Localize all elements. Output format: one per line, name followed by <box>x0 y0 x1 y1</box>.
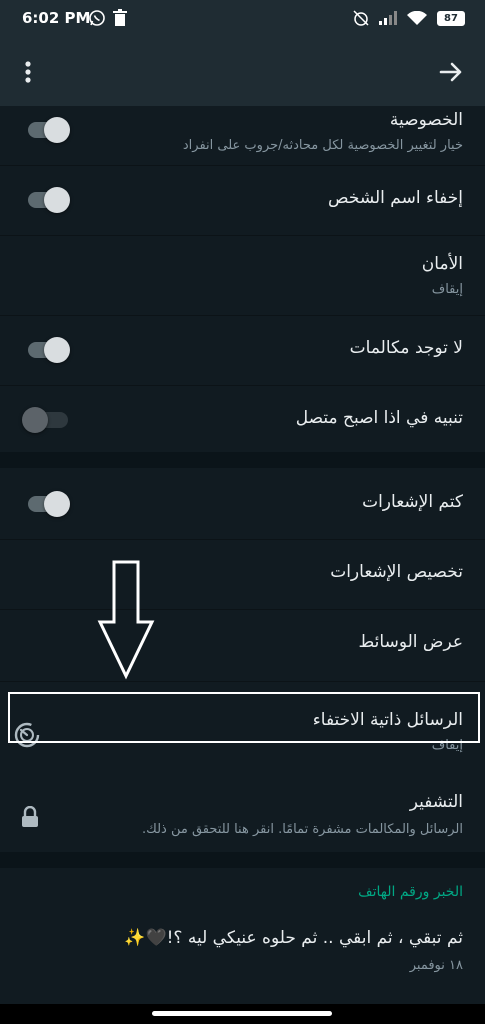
toggle-knob <box>44 187 70 213</box>
about-text[interactable]: ثم تبقي ، ثم ابقي .. ثم حلوه عنيكي ليه ؟… <box>124 928 463 948</box>
app-bar <box>0 38 485 106</box>
status-time: 6:02 PM <box>22 9 91 27</box>
trash-icon <box>113 9 127 26</box>
security-subtitle: إيقاف <box>431 282 463 297</box>
encryption-row[interactable]: التشفير الرسائل والمكالمات مشفرة تمامًا.… <box>0 776 485 852</box>
about-date: ١٨ نوفمبر <box>409 958 463 973</box>
signal-icon <box>379 11 397 25</box>
highlight-annotation-box <box>8 692 480 743</box>
back-button[interactable] <box>437 58 465 86</box>
alarm-off-icon <box>353 10 369 26</box>
online-alert-title: تنبيه في اذا اصبح متصل <box>295 408 463 428</box>
toggle-knob <box>22 407 48 433</box>
security-row[interactable]: الأمان إيقاف <box>0 236 485 316</box>
lock-icon <box>22 806 38 827</box>
arrow-forward-icon <box>439 62 462 82</box>
toggle-knob <box>44 491 70 517</box>
toggle-knob <box>44 117 70 143</box>
online-alert-toggle[interactable] <box>22 407 68 433</box>
status-notification-icons <box>88 9 128 27</box>
hide-name-toggle[interactable] <box>28 187 70 213</box>
security-title: الأمان <box>421 254 463 274</box>
encryption-title: التشفير <box>409 792 463 812</box>
media-visibility-title: عرض الوسائط <box>358 632 463 652</box>
toggle-knob <box>44 337 70 363</box>
privacy-toggle[interactable] <box>28 117 70 143</box>
home-gesture-pill[interactable] <box>152 1011 332 1016</box>
mute-title: كتم الإشعارات <box>362 492 463 512</box>
hide-name-title: إخفاء اسم الشخص <box>328 188 463 208</box>
down-arrow-annotation <box>97 560 155 680</box>
hide-name-row[interactable]: إخفاء اسم الشخص <box>0 166 485 236</box>
encryption-subtitle: الرسائل والمكالمات مشفرة تمامًا. انقر هن… <box>142 822 463 837</box>
no-calls-toggle[interactable] <box>28 337 70 363</box>
system-nav-bar <box>0 1004 485 1024</box>
battery-indicator: 87 <box>437 10 465 26</box>
custom-notifications-row[interactable]: تخصيص الإشعارات <box>0 540 485 610</box>
status-bar: 6:02 PM 87 <box>0 0 485 38</box>
privacy-row[interactable]: الخصوصية خيار لتغيير الخصوصية لكل محادثه… <box>0 106 485 166</box>
privacy-subtitle: خيار لتغيير الخصوصية لكل محادثه/جروب على… <box>182 138 463 153</box>
mute-toggle[interactable] <box>28 491 70 517</box>
no-calls-row[interactable]: لا توجد مكالمات <box>0 316 485 386</box>
online-alert-row[interactable]: تنبيه في اذا اصبح متصل <box>0 386 485 452</box>
more-options-button[interactable] <box>16 56 40 88</box>
mute-row[interactable]: كتم الإشعارات <box>0 468 485 540</box>
status-system-icons: 87 <box>353 10 465 26</box>
whatsapp-icon <box>89 10 105 26</box>
about-section-heading: الخبر ورقم الهاتف <box>358 884 463 900</box>
media-visibility-row[interactable]: عرض الوسائط <box>0 610 485 682</box>
custom-notifications-title: تخصيص الإشعارات <box>330 562 463 582</box>
section-divider <box>0 452 485 468</box>
privacy-title: الخصوصية <box>389 110 463 130</box>
wifi-icon <box>407 11 427 25</box>
section-divider <box>0 852 485 868</box>
no-calls-title: لا توجد مكالمات <box>349 338 463 358</box>
more-vert-icon <box>25 61 31 83</box>
